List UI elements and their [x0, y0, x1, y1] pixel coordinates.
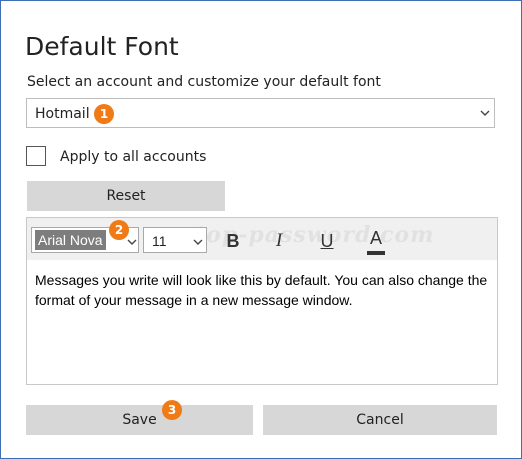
bold-button[interactable]: B — [219, 227, 247, 255]
font-name-value: Arial Nova — [35, 230, 106, 250]
chevron-down-icon — [126, 234, 138, 253]
chevron-down-icon — [479, 105, 491, 125]
default-font-dialog: Default Font Select an account and custo… — [0, 0, 522, 459]
font-preview-editor[interactable]: top-password.com Arial Nova 11 B I U A M… — [26, 217, 498, 385]
font-color-icon: A — [369, 228, 382, 248]
font-size-value: 11 — [152, 233, 167, 249]
dialog-title: Default Font — [25, 32, 179, 61]
cancel-button[interactable]: Cancel — [263, 405, 497, 435]
preview-text: Messages you write will look like this b… — [35, 272, 488, 308]
apply-all-checkbox[interactable] — [26, 146, 46, 166]
font-color-button[interactable]: A — [362, 227, 390, 255]
font-size-dropdown[interactable]: 11 — [143, 227, 207, 253]
step-badge-2: 2 — [109, 220, 129, 240]
italic-button[interactable]: I — [265, 227, 293, 255]
font-color-swatch — [367, 251, 385, 255]
step-badge-1: 1 — [94, 104, 114, 124]
save-button[interactable]: Save — [26, 405, 253, 435]
reset-button[interactable]: Reset — [27, 181, 225, 211]
apply-all-label[interactable]: Apply to all accounts — [60, 148, 206, 166]
account-dropdown-value: Hotmail — [35, 106, 90, 122]
dialog-subtitle: Select an account and customize your def… — [27, 74, 381, 90]
chevron-down-icon — [192, 234, 204, 253]
underline-button[interactable]: U — [313, 227, 341, 255]
step-badge-3: 3 — [162, 400, 182, 420]
format-toolbar: top-password.com Arial Nova 11 B I U A — [27, 218, 497, 260]
